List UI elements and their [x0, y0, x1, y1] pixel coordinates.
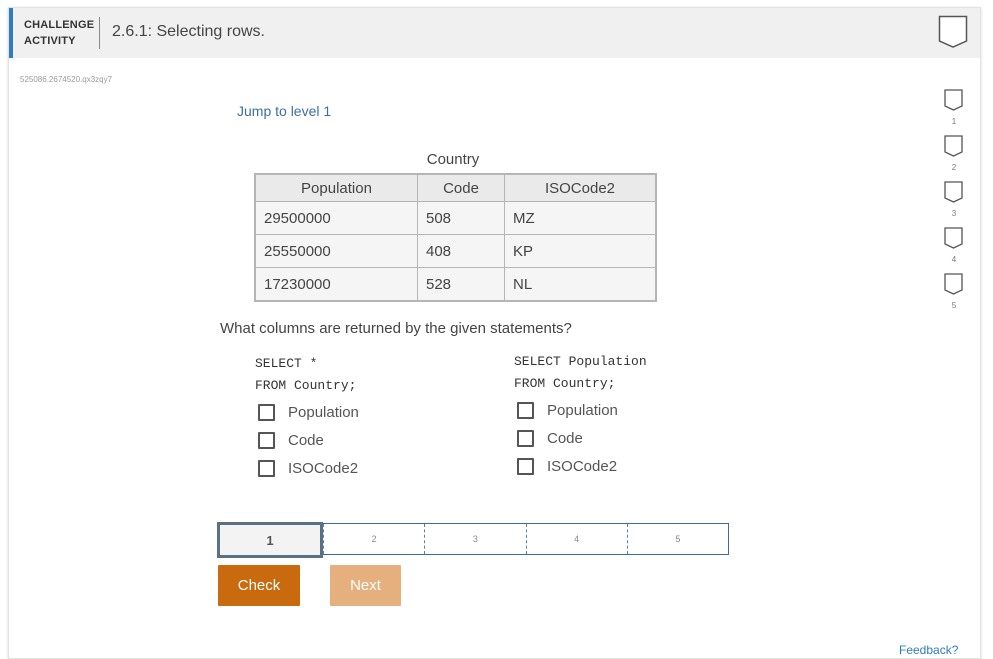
- level-badge-icon: [944, 181, 963, 203]
- table-cell: 508: [417, 201, 505, 235]
- table-cell: MZ: [504, 201, 657, 235]
- next-button[interactable]: Next: [330, 565, 401, 606]
- table-cell: NL: [504, 267, 657, 302]
- challenge-activity-card: CHALLENGE ACTIVITY 2.6.1: Selecting rows…: [8, 7, 981, 659]
- checkbox-unchecked-icon[interactable]: [517, 429, 534, 447]
- statement-2-option-population[interactable]: Population: [517, 400, 618, 420]
- statement-1-option-population[interactable]: Population: [258, 402, 359, 422]
- progress-level-number: 3: [951, 209, 957, 218]
- sql-line: SELECT *: [255, 356, 318, 371]
- table-cell: 17230000: [254, 267, 418, 302]
- progress-level-3: 3: [943, 181, 965, 227]
- level-progress-list: 1 2 3 4 5: [943, 89, 965, 319]
- level-badge-icon: [944, 89, 963, 111]
- statement-1-option-isocode2[interactable]: ISOCode2: [258, 458, 358, 478]
- activity-title: 2.6.1: Selecting rows.: [112, 23, 265, 40]
- sql-statement-1: SELECT * FROM Country;: [255, 353, 356, 397]
- activity-type-line-2: ACTIVITY: [24, 35, 76, 47]
- level-tab-5[interactable]: 5: [626, 524, 728, 554]
- table-header-row: Population Code ISOCode2: [254, 173, 657, 202]
- progress-level-1: 1: [943, 89, 965, 135]
- checkbox-unchecked-icon[interactable]: [258, 459, 275, 477]
- checkbox-unchecked-icon[interactable]: [517, 457, 534, 475]
- checkbox-unchecked-icon[interactable]: [258, 403, 275, 421]
- statement-2-option-isocode2[interactable]: ISOCode2: [517, 456, 617, 476]
- table-cell: 528: [417, 267, 505, 302]
- option-label: Code: [288, 431, 324, 449]
- table-row: 25550000 408 KP: [254, 234, 657, 268]
- level-tab-3[interactable]: 3: [424, 524, 525, 554]
- level-selector: 1 2 3 4 5: [217, 522, 729, 558]
- progress-level-number: 2: [951, 163, 957, 172]
- table-row: 17230000 528 NL: [254, 267, 657, 302]
- table-cell: KP: [504, 234, 657, 268]
- statement-1-option-code[interactable]: Code: [258, 430, 324, 450]
- sql-line: SELECT Population: [514, 354, 647, 369]
- activity-header: CHALLENGE ACTIVITY 2.6.1: Selecting rows…: [9, 8, 980, 58]
- checkbox-unchecked-icon[interactable]: [517, 401, 534, 419]
- checkbox-unchecked-icon[interactable]: [258, 431, 275, 449]
- progress-level-number: 4: [951, 255, 957, 264]
- progress-level-2: 2: [943, 135, 965, 181]
- column-header: Population: [254, 173, 418, 202]
- level-tab-2[interactable]: 2: [323, 524, 424, 554]
- activity-code-id: 525086.2674520.qx3zqy7: [20, 75, 113, 84]
- header-separator: [99, 17, 100, 49]
- feedback-link[interactable]: Feedback?: [899, 643, 958, 657]
- progress-level-4: 4: [943, 227, 965, 273]
- header-accent-bar: [9, 8, 13, 58]
- sql-statement-2: SELECT Population FROM Country;: [514, 351, 647, 395]
- table-cell: 408: [417, 234, 505, 268]
- sql-line: FROM Country;: [514, 376, 616, 391]
- option-label: Population: [288, 403, 359, 421]
- level-badge-icon: [944, 227, 963, 249]
- level-badge-icon: [944, 273, 963, 295]
- level-tab-1[interactable]: 1: [217, 522, 323, 558]
- activity-type-line-1: CHALLENGE: [24, 19, 95, 31]
- column-header: ISOCode2: [504, 173, 657, 202]
- column-header: Code: [417, 173, 505, 202]
- activity-type-label: CHALLENGE ACTIVITY: [24, 17, 94, 49]
- country-table: Population Code ISOCode2 29500000 508 MZ…: [254, 173, 657, 302]
- sql-line: FROM Country;: [255, 378, 357, 393]
- option-label: ISOCode2: [288, 459, 359, 477]
- level-tab-4[interactable]: 4: [525, 524, 627, 554]
- table-cell: 25550000: [254, 234, 418, 268]
- option-label: Code: [547, 429, 583, 447]
- table-row: 29500000 508 MZ: [254, 201, 657, 235]
- jump-to-level-link[interactable]: Jump to level 1: [237, 103, 331, 119]
- progress-level-number: 1: [951, 117, 957, 126]
- level-badge-icon: [944, 135, 963, 157]
- option-label: ISOCode2: [547, 457, 618, 475]
- question-text: What columns are returned by the given s…: [220, 320, 572, 337]
- table-caption: Country: [426, 151, 480, 168]
- progress-level-5: 5: [943, 273, 965, 319]
- statement-2-option-code[interactable]: Code: [517, 428, 583, 448]
- option-label: Population: [547, 401, 618, 419]
- completion-badge-icon: [938, 15, 968, 49]
- progress-level-number: 5: [951, 301, 957, 310]
- table-cell: 29500000: [254, 201, 418, 235]
- check-button[interactable]: Check: [218, 565, 300, 606]
